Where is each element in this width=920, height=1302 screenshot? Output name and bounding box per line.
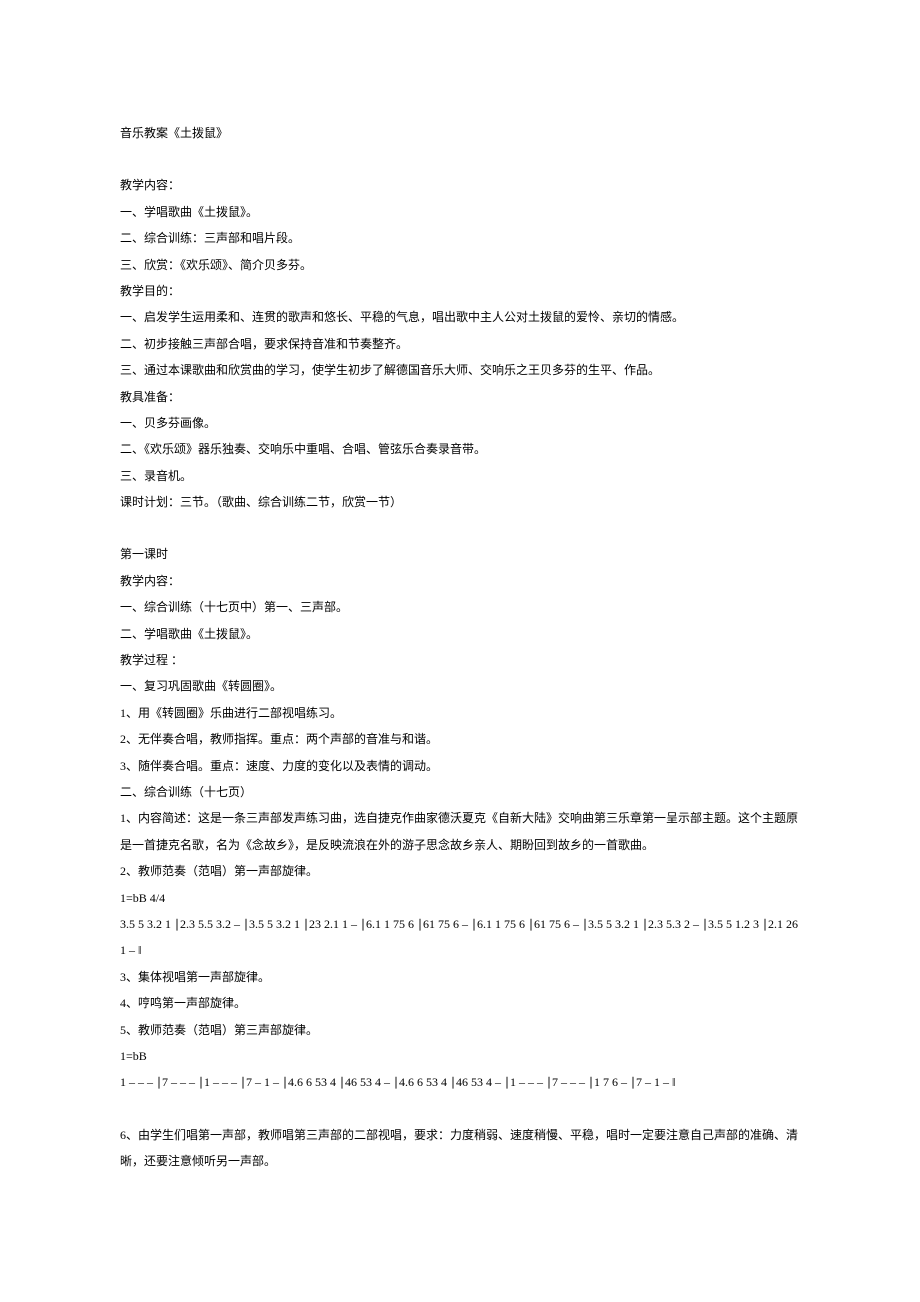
section-heading: 教学内容：: [120, 568, 800, 594]
process-item: 6、由学生们唱第一声部，教师唱第三声部的二部视唱，要求：力度稍弱、速度稍慢、平稳…: [120, 1122, 800, 1175]
lesson-title: 第一课时: [120, 541, 800, 567]
content-item: 二、初步接触三声部合唱，要求保持音准和节奏整齐。: [120, 331, 800, 357]
section-heading: 教具准备：: [120, 384, 800, 410]
spacer: [120, 1096, 800, 1122]
music-notation: 1=bB: [120, 1043, 800, 1069]
content-item: 一、综合训练（十七页中）第一、三声部。: [120, 594, 800, 620]
process-item: 3、随伴奏合唱。重点：速度、力度的变化以及表情的调动。: [120, 753, 800, 779]
section-heading: 教学目的：: [120, 278, 800, 304]
content-item: 一、启发学生运用柔和、连贯的歌声和悠长、平稳的气息，唱出歌中主人公对土拨鼠的爱怜…: [120, 304, 800, 330]
music-notation: 1 – – – ∣7 – – – ∣1 – – – ∣7 – 1 – ∣4.6 …: [120, 1069, 800, 1095]
process-item: 一、复习巩固歌曲《转圆圈》。: [120, 673, 800, 699]
section-heading: 教学内容：: [120, 172, 800, 198]
process-item: 1、内容简述：这是一条三声部发声练习曲，选自捷克作曲家德沃夏克《自新大陆》交响曲…: [120, 805, 800, 858]
process-item: 2、教师范奏（范唱）第一声部旋律。: [120, 858, 800, 884]
music-notation: 1=bB 4/4: [120, 885, 800, 911]
document-title: 音乐教案《土拨鼠》: [120, 120, 800, 146]
content-item: 二、《欢乐颂》器乐独奏、交响乐中重唱、合唱、管弦乐合奏录音带。: [120, 436, 800, 462]
process-item: 二、综合训练（十七页）: [120, 779, 800, 805]
process-item: 2、无伴奏合唱，教师指挥。重点：两个声部的音准与和谐。: [120, 726, 800, 752]
content-item: 一、学唱歌曲《土拨鼠》。: [120, 199, 800, 225]
content-item: 二、综合训练：三声部和唱片段。: [120, 225, 800, 251]
process-item: 5、教师范奏（范唱）第三声部旋律。: [120, 1017, 800, 1043]
section-heading: 教学过程 ：: [120, 647, 800, 673]
process-item: 4、哼鸣第一声部旋律。: [120, 990, 800, 1016]
content-item: 三、通过本课歌曲和欣赏曲的学习，使学生初步了解德国音乐大师、交响乐之王贝多芬的生…: [120, 357, 800, 383]
process-item: 1、用《转圆圈》乐曲进行二部视唱练习。: [120, 700, 800, 726]
content-item: 三、欣赏：《欢乐颂》、简介贝多芬。: [120, 252, 800, 278]
schedule-line: 课时计划：三节。（歌曲、综合训练二节，欣赏一节）: [120, 489, 800, 515]
content-item: 三、录音机。: [120, 463, 800, 489]
content-item: 一、贝多芬画像。: [120, 410, 800, 436]
process-item: 3、集体视唱第一声部旋律。: [120, 964, 800, 990]
spacer: [120, 146, 800, 172]
spacer: [120, 515, 800, 541]
music-notation: 3.5 5 3.2 1 ∣2.3 5.5 3.2 – ∣3.5 5 3.2 1 …: [120, 911, 800, 964]
content-item: 二、学唱歌曲《土拨鼠》。: [120, 621, 800, 647]
